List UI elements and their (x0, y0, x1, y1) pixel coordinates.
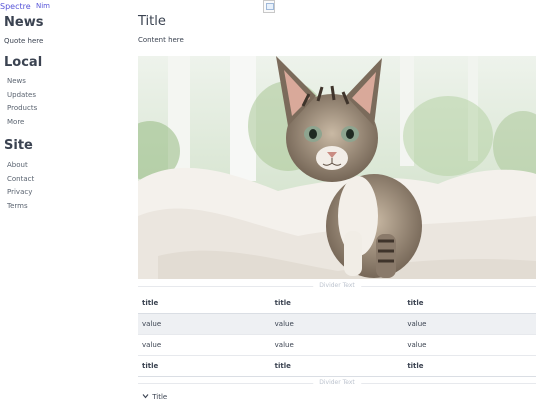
sidebar-item-contact[interactable]: Contact (0, 173, 130, 187)
accordion-title: Title (152, 393, 168, 401)
table-cell: value (403, 313, 536, 335)
navbar-brand-link[interactable]: Spectre (0, 2, 31, 11)
table-footer-cell: title (138, 355, 271, 377)
sidebar-item-privacy[interactable]: Privacy (0, 186, 130, 200)
table-cell: value (270, 313, 404, 335)
kitten-photo (138, 56, 536, 279)
content-text: Content here (138, 36, 184, 44)
table-cell: value (138, 334, 271, 356)
divider-bottom: Divider Text (138, 379, 536, 387)
sidebar-heading-site: Site (4, 138, 33, 153)
table-footer-cell: title (403, 355, 536, 377)
divider-top: Divider Text (138, 282, 536, 290)
table-footer-cell: title (270, 355, 404, 377)
sidebar-heading-news: News (4, 15, 44, 30)
sidebar-item-terms[interactable]: Terms (0, 200, 130, 214)
divider-text: Divider Text (313, 379, 361, 387)
broken-image-icon (263, 0, 275, 13)
table-header-cell: title (270, 293, 404, 314)
sidebar-quote: Quote here (4, 37, 44, 45)
navbar-link-nim[interactable]: Nim (36, 2, 50, 10)
table-header-row: title title title (138, 293, 536, 314)
table-cell: value (403, 334, 536, 356)
sidebar-site-list: About Contact Privacy Terms (0, 159, 130, 213)
data-table: title title title value value value valu… (138, 293, 536, 377)
table-cell: value (270, 334, 404, 356)
table-row: value value value (138, 313, 536, 335)
divider-text: Divider Text (313, 282, 361, 290)
table-footer-row: title title title (138, 355, 536, 377)
sidebar-heading-local: Local (4, 55, 43, 70)
sidebar-item-updates[interactable]: Updates (0, 89, 130, 103)
accordion-header[interactable]: Title (142, 393, 167, 401)
sidebar: News Quote here Local News Updates Produ… (0, 15, 130, 213)
table-row: value value value (138, 334, 536, 356)
table-header-cell: title (138, 293, 271, 314)
chevron-down-icon (142, 393, 150, 401)
sidebar-item-about[interactable]: About (0, 159, 130, 173)
sidebar-local-list: News Updates Products More (0, 75, 130, 129)
page-title: Title (138, 14, 166, 29)
table-header-cell: title (403, 293, 536, 314)
sidebar-item-news[interactable]: News (0, 75, 130, 89)
sidebar-item-more[interactable]: More (0, 116, 130, 130)
table-cell: value (138, 313, 271, 335)
sidebar-item-products[interactable]: Products (0, 102, 130, 116)
